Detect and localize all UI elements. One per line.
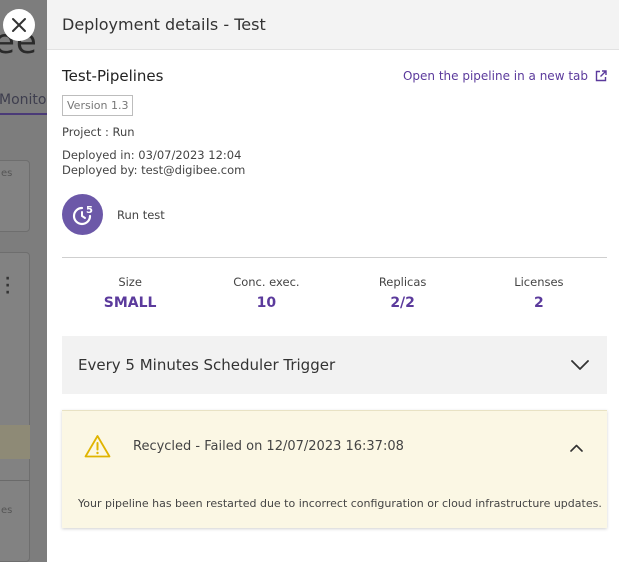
deployment-stats: Size SMALL Conc. exec. 10 Replicas 2/2 L… — [62, 275, 607, 311]
version-badge: Version 1.3 — [62, 95, 134, 116]
panel-header: Deployment details - Test — [47, 0, 619, 50]
background-highlight-strip — [0, 425, 30, 459]
alert-title-group: Recycled - Failed on 12/07/2023 16:37:08 — [84, 434, 404, 458]
background-card-text: es — [1, 168, 13, 179]
panel-content: Test-Pipelines Open the pipeline in a ne… — [47, 67, 619, 528]
close-icon — [12, 18, 26, 32]
trigger-label: Every 5 Minutes Scheduler Trigger — [78, 356, 336, 374]
recycled-alert: Recycled - Failed on 12/07/2023 16:37:08… — [62, 410, 607, 528]
run-test-icon: 5 — [62, 194, 103, 235]
pipeline-header-row: Test-Pipelines Open the pipeline in a ne… — [62, 67, 607, 85]
background-app: ee Monitor es es ··· — [0, 0, 47, 562]
stat-label: Conc. exec. — [233, 275, 300, 289]
stat-label: Licenses — [514, 275, 564, 289]
chevron-up-icon[interactable] — [570, 437, 583, 456]
background-tab-underline — [0, 113, 47, 115]
stat-replicas: Replicas 2/2 — [335, 275, 471, 311]
background-tab-monitor: Monitor — [0, 92, 47, 108]
open-pipeline-link-label: Open the pipeline in a new tab — [402, 69, 588, 83]
stat-conc-exec: Conc. exec. 10 — [198, 275, 334, 311]
stat-value: 2 — [534, 295, 544, 311]
background-kebab-icon: · · · — [5, 271, 11, 301]
background-divider — [0, 480, 30, 481]
run-test-label: Run test — [117, 207, 165, 222]
stat-value: 2/2 — [390, 295, 415, 311]
alert-message: Your pipeline has been restarted due to … — [78, 497, 602, 510]
project-label: Project : Run — [62, 125, 135, 139]
deployed-in: Deployed in: 03/07/2023 12:04 — [62, 148, 242, 162]
warning-icon — [84, 435, 111, 458]
background-card: es — [0, 160, 30, 232]
svg-text:5: 5 — [86, 205, 93, 216]
alert-title: Recycled - Failed on 12/07/2023 16:37:08 — [133, 438, 404, 454]
pipeline-name: Test-Pipelines — [62, 67, 164, 85]
deployment-details-panel: Deployment details - Test Test-Pipelines… — [47, 0, 619, 562]
stat-label: Size — [118, 275, 142, 289]
run-test-button[interactable]: 5 Run test — [62, 194, 607, 235]
open-pipeline-link[interactable]: Open the pipeline in a new tab — [403, 69, 607, 83]
deployed-by: Deployed by: test@digibee.com — [62, 163, 246, 177]
stat-label: Replicas — [378, 275, 427, 289]
background-card-text: es — [1, 505, 13, 516]
stat-value: 10 — [256, 295, 277, 311]
chevron-down-icon — [571, 360, 589, 370]
stat-licenses: Licenses 2 — [471, 275, 607, 311]
panel-title: Deployment details - Test — [62, 15, 266, 34]
section-divider — [62, 257, 607, 258]
alert-header[interactable]: Recycled - Failed on 12/07/2023 16:37:08 — [84, 434, 583, 458]
external-link-icon — [595, 70, 607, 82]
close-button[interactable] — [3, 9, 35, 41]
trigger-accordion[interactable]: Every 5 Minutes Scheduler Trigger — [62, 336, 607, 394]
stat-value: SMALL — [103, 295, 157, 311]
stat-size: Size SMALL — [62, 275, 198, 311]
